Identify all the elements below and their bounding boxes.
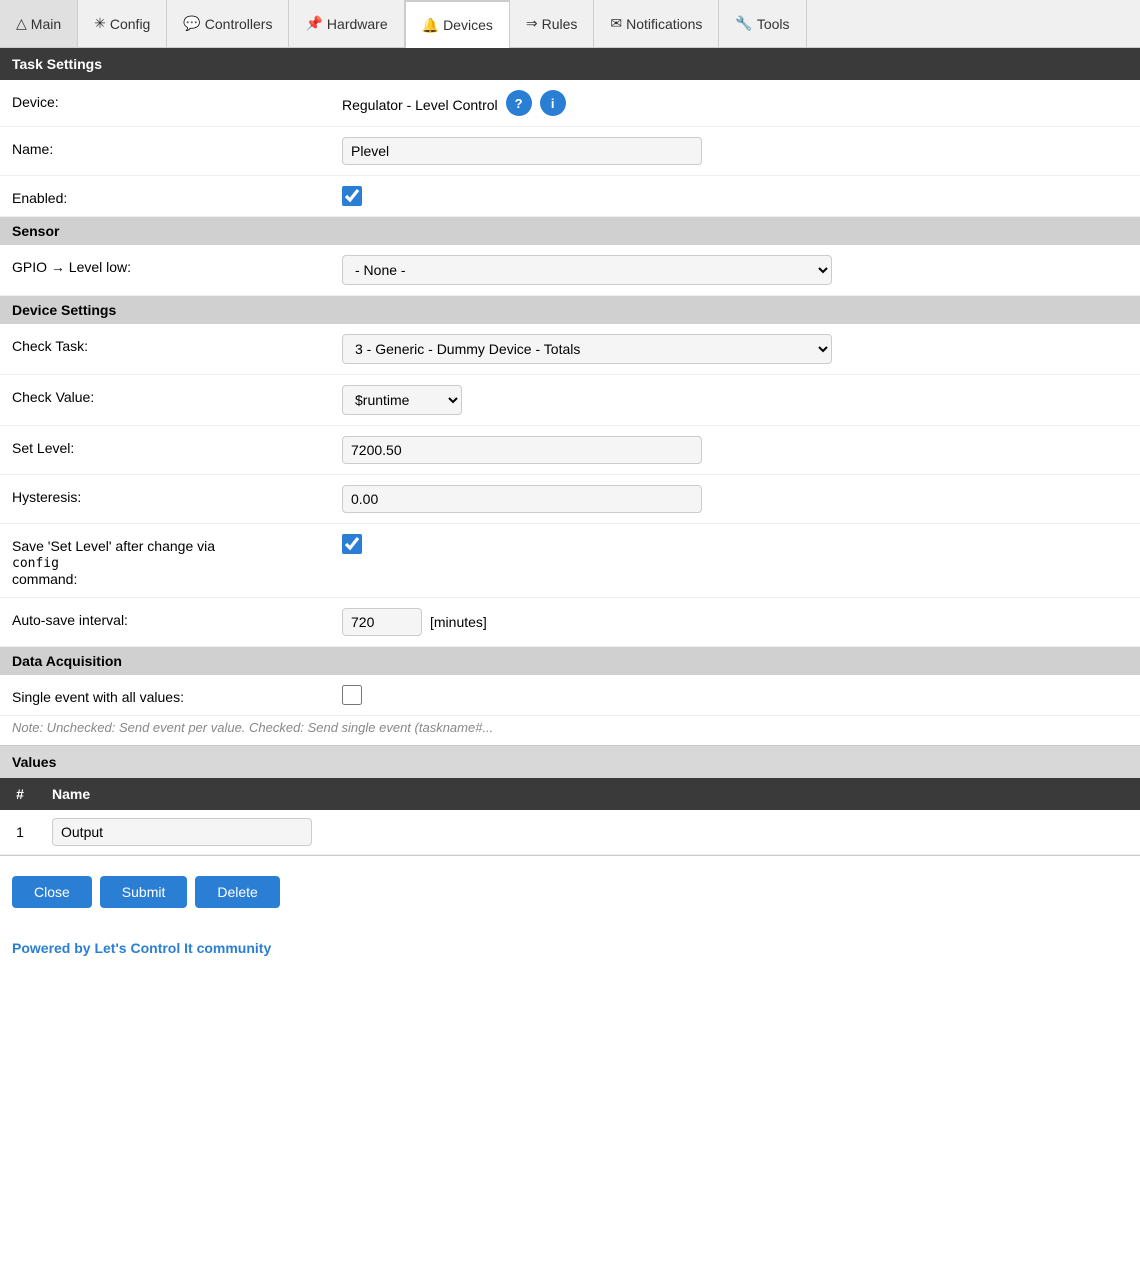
nav-item-controllers[interactable]: 💬Controllers bbox=[167, 0, 289, 47]
values-header: Values bbox=[0, 746, 1140, 778]
main-nav-icon: △ bbox=[16, 15, 27, 32]
sensor-header: Sensor bbox=[0, 217, 1140, 245]
name-control bbox=[342, 137, 1128, 165]
nav-bar: △Main✳Config💬Controllers📌Hardware🔔Device… bbox=[0, 0, 1140, 48]
row-name-cell bbox=[40, 810, 1140, 855]
device-settings-header: Device Settings bbox=[0, 296, 1140, 324]
gpio-select[interactable]: - None - bbox=[342, 255, 832, 285]
single-event-label: Single event with all values: bbox=[12, 685, 342, 705]
values-section: Values # Name 1 bbox=[0, 746, 1140, 855]
hysteresis-row: Hysteresis: bbox=[0, 475, 1140, 524]
row-name-input[interactable] bbox=[52, 818, 312, 846]
device-control: Regulator - Level Control ? i bbox=[342, 90, 1128, 116]
check-task-control: 3 - Generic - Dummy Device - Totals bbox=[342, 334, 1128, 364]
save-set-level-control bbox=[342, 534, 1128, 554]
footer: Powered by Let's Control It community bbox=[0, 928, 1140, 976]
gpio-row: GPIO → Level low: - None - bbox=[0, 245, 1140, 296]
autosave-label: Auto-save interval: bbox=[12, 608, 342, 628]
name-input[interactable] bbox=[342, 137, 702, 165]
data-acquisition-header: Data Acquisition bbox=[0, 647, 1140, 675]
hysteresis-label: Hysteresis: bbox=[12, 485, 342, 505]
help-icon[interactable]: ? bbox=[506, 90, 532, 116]
single-event-checkbox[interactable] bbox=[342, 685, 362, 705]
autosave-row: Auto-save interval: [minutes] bbox=[0, 598, 1140, 647]
check-value-control: $runtime Other bbox=[342, 385, 1128, 415]
save-set-level-checkbox[interactable] bbox=[342, 534, 362, 554]
tools-nav-icon: 🔧 bbox=[735, 15, 752, 32]
nav-item-main[interactable]: △Main bbox=[0, 0, 78, 47]
nav-item-tools[interactable]: 🔧Tools bbox=[719, 0, 806, 47]
set-level-label: Set Level: bbox=[12, 436, 342, 456]
check-value-row: Check Value: $runtime Other bbox=[0, 375, 1140, 426]
set-level-input[interactable] bbox=[342, 436, 702, 464]
devices-nav-icon: 🔔 bbox=[422, 17, 439, 34]
info-icon[interactable]: i bbox=[540, 90, 566, 116]
nav-item-rules[interactable]: ⇒Rules bbox=[510, 0, 595, 47]
device-row: Device: Regulator - Level Control ? i bbox=[0, 80, 1140, 127]
col-num: # bbox=[0, 778, 40, 810]
save-set-level-label: Save 'Set Level' after change via config… bbox=[12, 534, 342, 587]
single-event-row: Single event with all values: bbox=[0, 675, 1140, 716]
enabled-checkbox[interactable] bbox=[342, 186, 362, 206]
acquisition-note: Note: Unchecked: Send event per value. C… bbox=[0, 716, 1140, 745]
check-task-label: Check Task: bbox=[12, 334, 342, 354]
set-level-row: Set Level: bbox=[0, 426, 1140, 475]
task-settings-header: Task Settings bbox=[0, 48, 1140, 80]
gpio-label: GPIO → Level low: bbox=[12, 255, 342, 275]
nav-item-devices[interactable]: 🔔Devices bbox=[405, 0, 510, 48]
config-nav-icon: ✳ bbox=[94, 15, 106, 32]
enabled-row: Enabled: bbox=[0, 176, 1140, 217]
table-row: 1 bbox=[0, 810, 1140, 855]
check-task-select[interactable]: 3 - Generic - Dummy Device - Totals bbox=[342, 334, 832, 364]
nav-item-config[interactable]: ✳Config bbox=[78, 0, 167, 47]
submit-button[interactable]: Submit bbox=[100, 876, 188, 908]
delete-button[interactable]: Delete bbox=[195, 876, 279, 908]
hardware-nav-icon: 📌 bbox=[305, 15, 322, 32]
device-label: Device: bbox=[12, 90, 342, 110]
nav-item-hardware[interactable]: 📌Hardware bbox=[289, 0, 404, 47]
autosave-input[interactable] bbox=[342, 608, 422, 636]
check-value-select[interactable]: $runtime Other bbox=[342, 385, 462, 415]
hysteresis-input[interactable] bbox=[342, 485, 702, 513]
check-task-row: Check Task: 3 - Generic - Dummy Device -… bbox=[0, 324, 1140, 375]
close-button[interactable]: Close bbox=[12, 876, 92, 908]
gpio-control: - None - bbox=[342, 255, 1128, 285]
controllers-nav-icon: 💬 bbox=[183, 15, 200, 32]
set-level-control bbox=[342, 436, 1128, 464]
save-set-level-row: Save 'Set Level' after change via config… bbox=[0, 524, 1140, 598]
values-table: # Name 1 bbox=[0, 778, 1140, 855]
device-value: Regulator - Level Control bbox=[342, 93, 498, 113]
single-event-control bbox=[342, 685, 1128, 705]
row-num: 1 bbox=[0, 810, 40, 855]
rules-nav-icon: ⇒ bbox=[526, 15, 538, 32]
autosave-control: [minutes] bbox=[342, 608, 1128, 636]
enabled-label: Enabled: bbox=[12, 186, 342, 206]
notifications-nav-icon: ✉ bbox=[610, 15, 622, 32]
hysteresis-control bbox=[342, 485, 1128, 513]
name-row: Name: bbox=[0, 127, 1140, 176]
footer-link[interactable]: Powered by Let's Control It community bbox=[12, 940, 271, 956]
col-name: Name bbox=[40, 778, 1140, 810]
name-label: Name: bbox=[12, 137, 342, 157]
enabled-control bbox=[342, 186, 1128, 206]
autosave-unit: [minutes] bbox=[430, 614, 487, 630]
action-buttons: Close Submit Delete bbox=[0, 856, 1140, 928]
check-value-label: Check Value: bbox=[12, 385, 342, 405]
nav-item-notifications[interactable]: ✉Notifications bbox=[594, 0, 719, 47]
